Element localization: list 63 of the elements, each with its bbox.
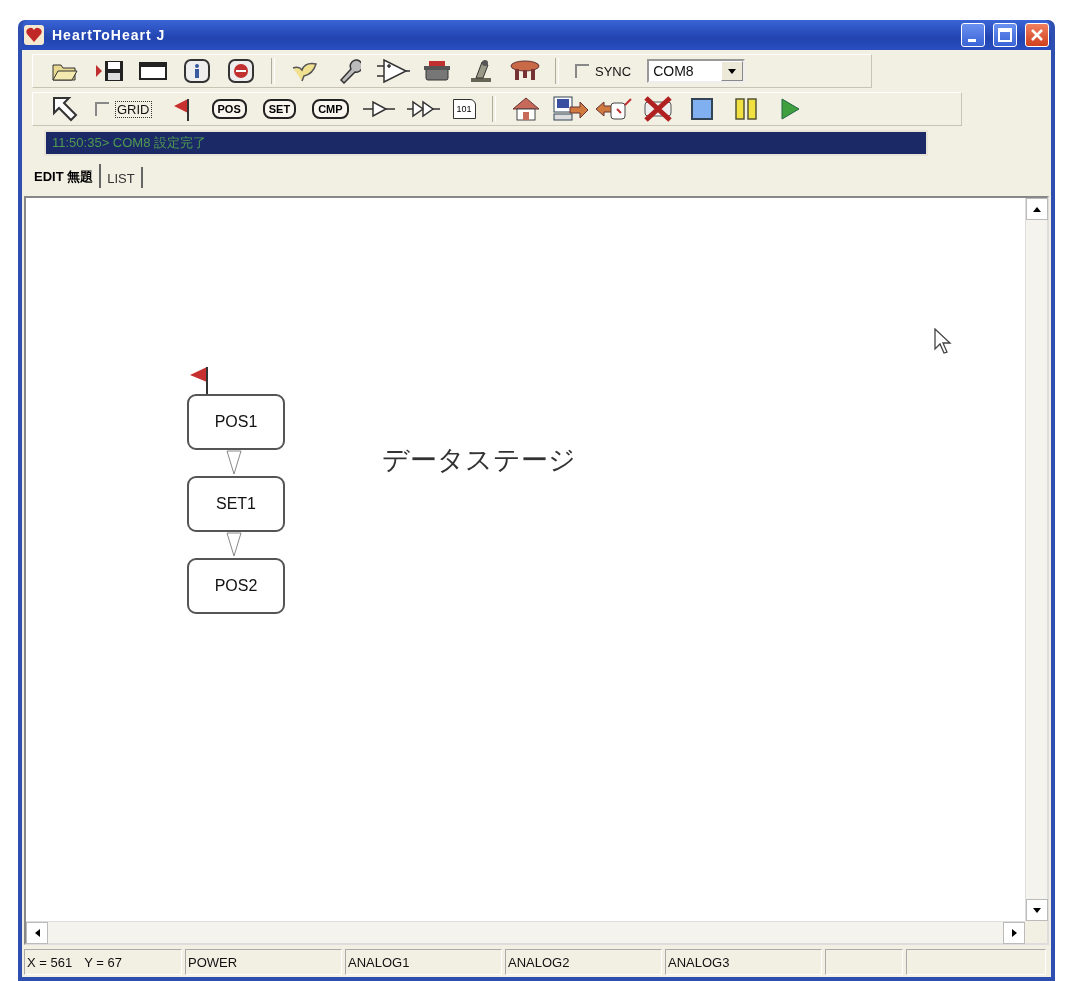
coordinate-text: Y = 67 — [84, 954, 122, 970]
tag-button[interactable]: POS — [211, 99, 247, 119]
house-icon — [510, 96, 541, 122]
sync-checkbox[interactable] — [575, 64, 589, 78]
checkbox-label: SYNC — [595, 63, 632, 79]
minimize-button[interactable] — [961, 23, 985, 47]
amplifier-icon — [376, 58, 410, 84]
stop-icon — [228, 59, 254, 83]
save-icon — [94, 59, 124, 83]
buffer-icon — [361, 99, 396, 119]
info-icon — [184, 59, 210, 83]
maximize-icon — [998, 28, 1012, 42]
bird-icon — [290, 60, 320, 82]
vertical-scrollbar[interactable] — [1025, 198, 1047, 921]
play-icon — [778, 97, 801, 121]
cursor-icon — [934, 328, 954, 354]
scrollbar-corner — [1025, 921, 1047, 943]
flow-node[interactable]: SET1 — [187, 476, 285, 532]
status-panel: ANALOG1 — [345, 949, 502, 975]
close-button[interactable] — [1025, 23, 1049, 47]
flow-node[interactable]: POS2 — [187, 558, 285, 614]
square-icon — [689, 97, 714, 121]
flow-node[interactable]: POS1 — [187, 394, 285, 450]
close-icon — [1030, 28, 1044, 42]
tab[interactable]: LIST — [101, 167, 143, 188]
computer-arrow-icon — [551, 95, 588, 123]
window-icon — [139, 61, 167, 81]
checkbox-label: GRID — [115, 100, 152, 118]
connector-arrow — [226, 448, 242, 476]
status-panel: ANALOG3 — [665, 949, 822, 975]
left-arrow-icon — [34, 929, 40, 937]
wrench-icon — [337, 58, 361, 84]
tab[interactable]: EDIT 無題 — [28, 164, 102, 188]
pointer-icon — [51, 95, 79, 123]
right-arrow-icon — [1011, 929, 1017, 937]
horizontal-scrollbar[interactable] — [26, 921, 1025, 943]
data-button[interactable]: 101 — [452, 99, 476, 119]
connector-arrow — [226, 530, 242, 558]
caret-icon — [728, 68, 737, 74]
maximize-button[interactable] — [993, 23, 1017, 47]
pause-icon — [733, 97, 758, 121]
port-dropdown[interactable]: COM8 — [647, 59, 746, 83]
canvas-caption: データステージ — [382, 444, 576, 477]
minimize-icon — [967, 38, 976, 42]
heart-icon — [24, 25, 44, 45]
status-panel: ANALOG2 — [505, 949, 662, 975]
pot-icon — [423, 59, 451, 83]
dropdown-button[interactable] — [721, 61, 744, 81]
scroll-left-button[interactable] — [26, 922, 48, 944]
coordinate-text: X = 561 — [27, 954, 73, 970]
up-arrow-icon — [1033, 206, 1041, 212]
dropdown-value: COM8 — [652, 63, 695, 79]
scroll-down-button[interactable] — [1026, 899, 1048, 921]
scroll-up-button[interactable] — [1026, 198, 1048, 220]
tag-button[interactable]: CMP — [312, 99, 349, 119]
down-arrow-icon — [1033, 907, 1041, 913]
status-panel: POWER — [185, 949, 342, 975]
window-title: HeartToHeart J — [52, 27, 167, 43]
table-icon — [509, 60, 541, 82]
tag-button[interactable]: SET — [262, 99, 297, 119]
double-buffer-icon — [405, 99, 440, 119]
scroll-right-button[interactable] — [1003, 922, 1025, 944]
grid-checkbox[interactable] — [95, 102, 109, 116]
